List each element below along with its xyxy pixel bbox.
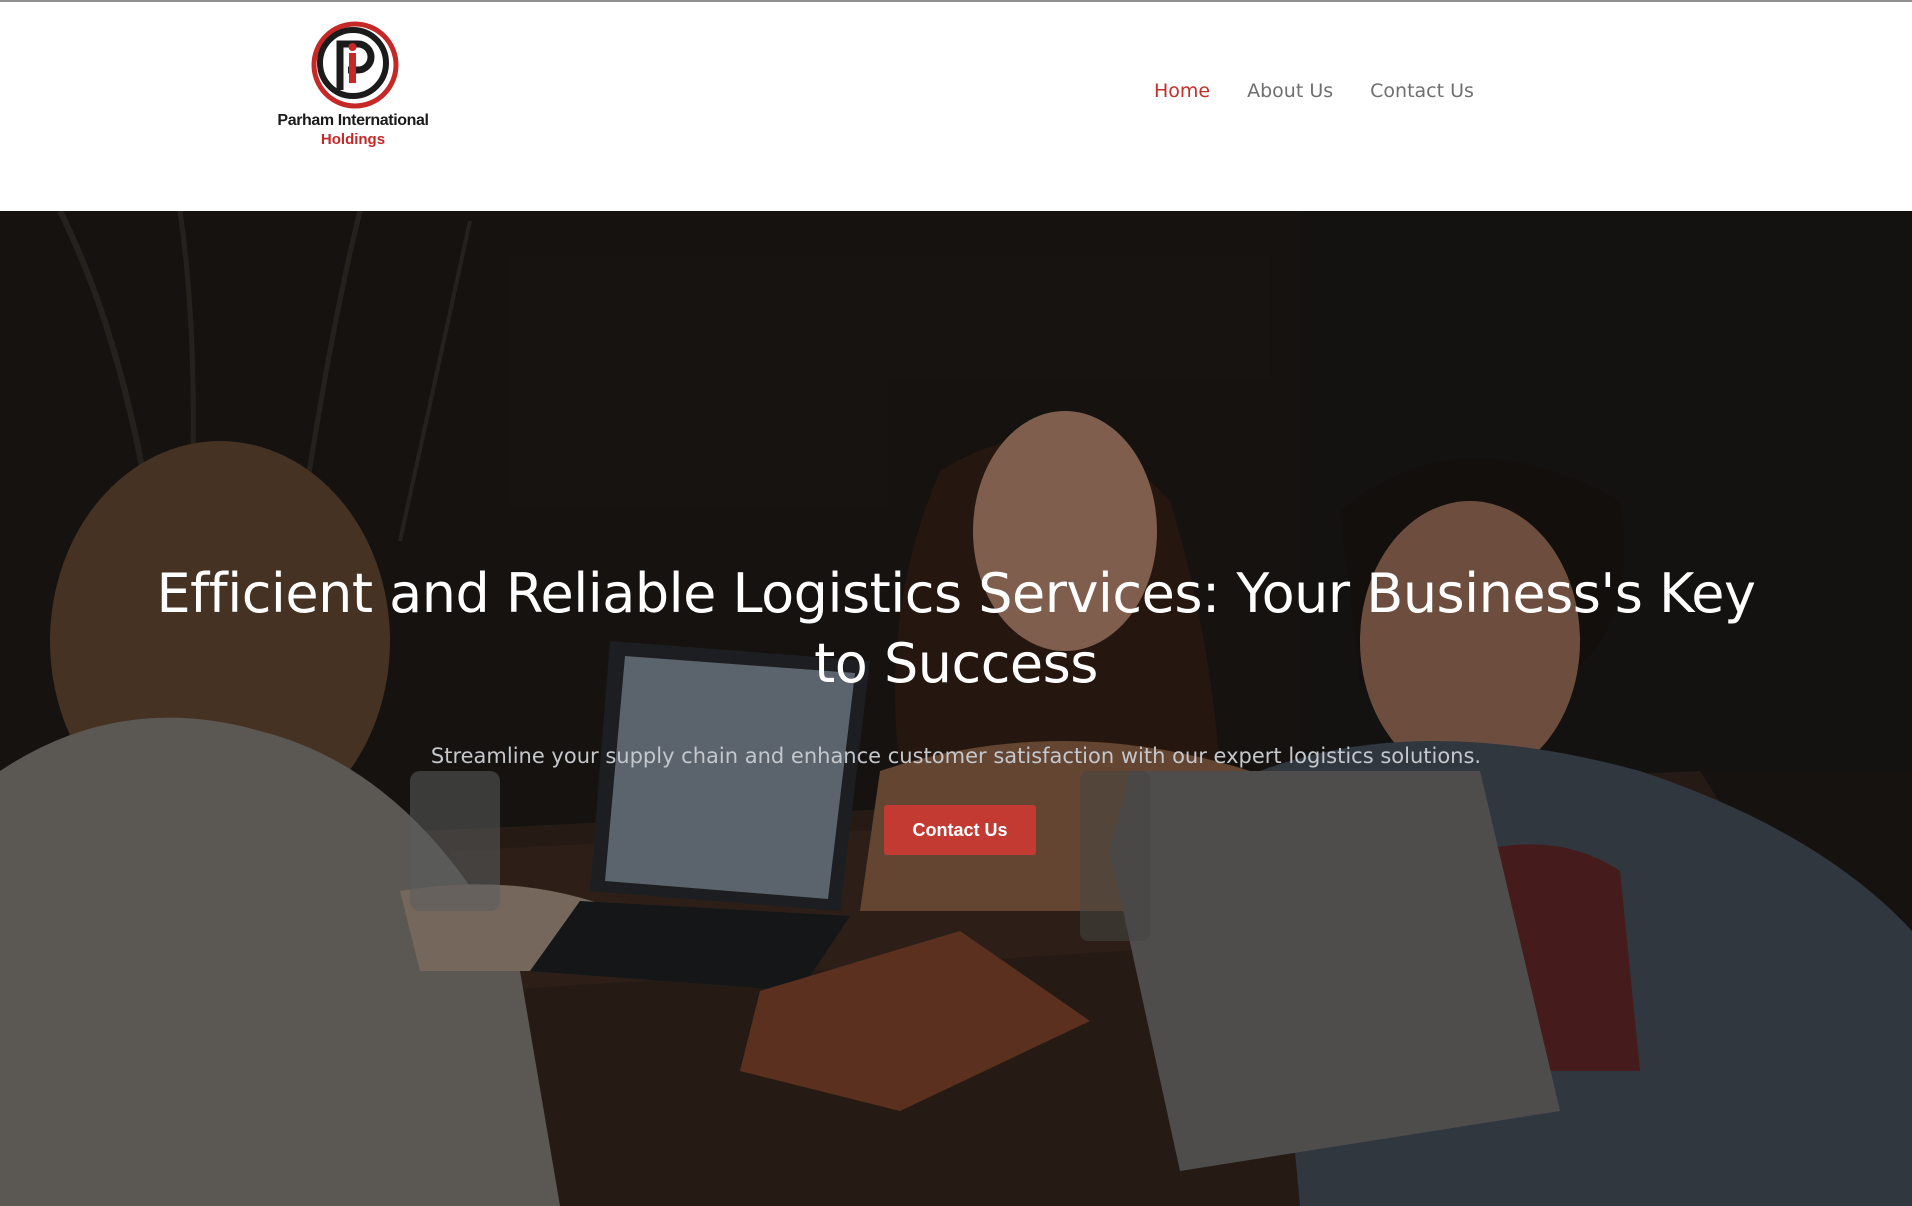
- logo-name-line1: Parham International: [277, 112, 429, 129]
- company-logo[interactable]: Parham International Holdings: [268, 20, 438, 152]
- nav-item-home[interactable]: Home: [1154, 80, 1210, 102]
- logo-mark-icon: [311, 21, 399, 109]
- hero-title: Efficient and Reliable Logistics Service…: [156, 562, 1756, 695]
- main-nav: Home About Us Contact Us: [1154, 76, 1474, 106]
- nav-item-contact-us[interactable]: Contact Us: [1370, 80, 1474, 102]
- hero-section: Efficient and Reliable Logistics Service…: [0, 211, 1912, 1206]
- hero-dark-overlay: [0, 211, 1912, 1206]
- nav-item-about-us[interactable]: About Us: [1247, 80, 1333, 102]
- logo-name-line2: Holdings: [320, 131, 386, 148]
- hero-subtitle: Streamline your supply chain and enhance…: [430, 744, 1482, 768]
- hero-contact-button[interactable]: Contact Us: [884, 805, 1036, 855]
- site-header: Parham International Holdings Home About…: [0, 2, 1912, 211]
